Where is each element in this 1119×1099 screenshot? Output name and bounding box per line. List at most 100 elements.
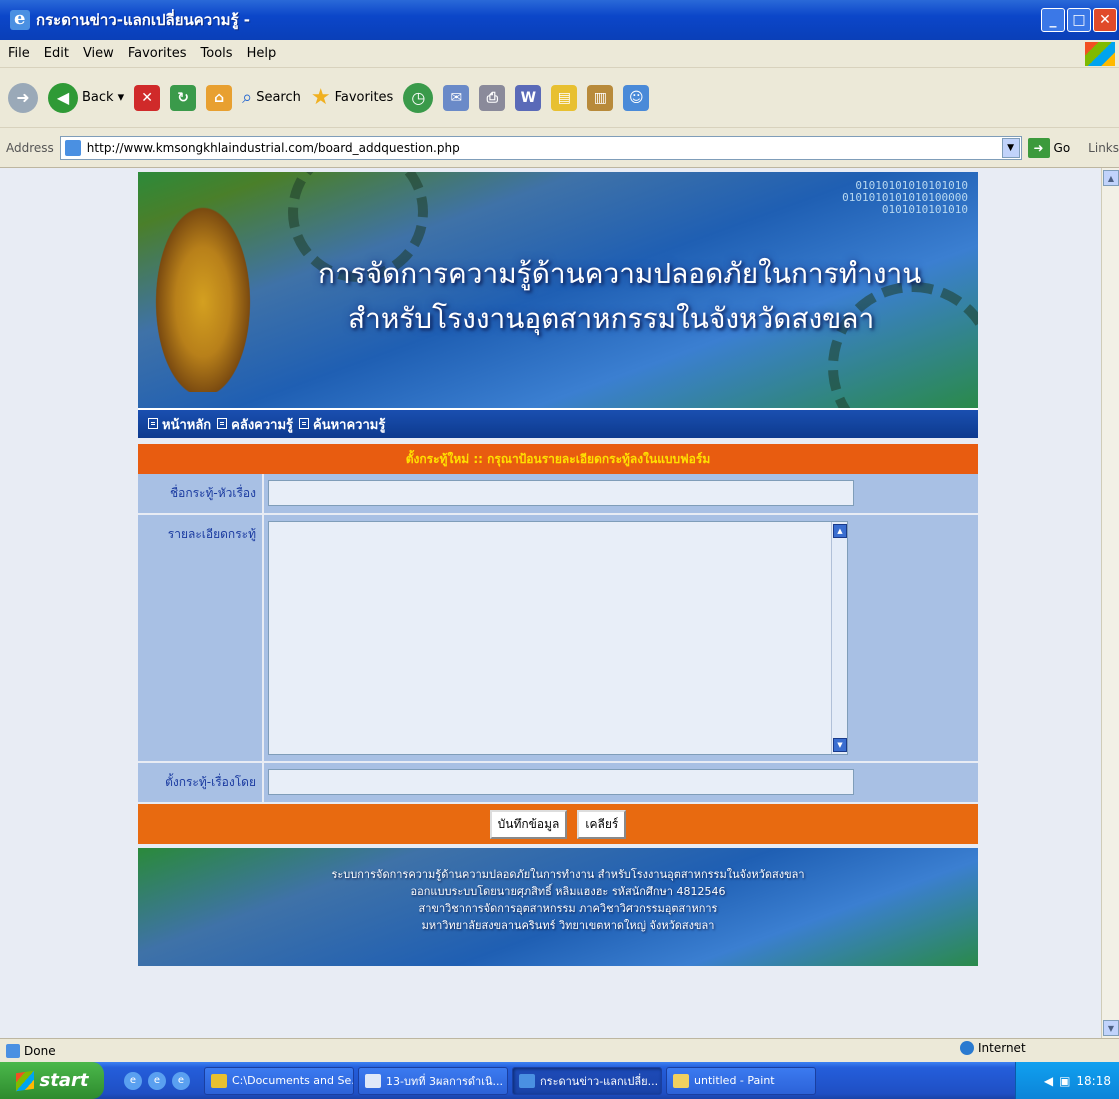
textarea-scrollbar[interactable]: ▲ ▼ [831,522,847,754]
maximize-button[interactable]: □ [1067,8,1091,32]
ie-quicklaunch-icon[interactable]: e [148,1071,166,1090]
back-button[interactable]: ◀ Back ▾ [48,82,124,113]
search-icon: ⌕ [242,87,253,108]
task-explorer[interactable]: C:\Documents and Se... [204,1066,354,1095]
footer-text: ระบบการจัดการความรู้ด้านความปลอดภัยในการ… [288,866,848,934]
links-button[interactable]: Links [1088,141,1119,155]
menu-view[interactable]: View [83,46,114,61]
page-done-icon [6,1043,20,1058]
close-button[interactable]: ✕ [1093,8,1117,32]
go-label: Go [1053,140,1071,155]
address-label: Address [6,140,54,155]
star-icon: ★ [310,85,331,110]
home-icon[interactable]: ⌂ [206,84,233,111]
back-label: Back [82,90,114,105]
title-bar[interactable]: กระดานข่าว-แลกเปลี่ยนความรู้ - _ □ ✕ [0,0,1119,40]
scroll-down-icon[interactable]: ▼ [1103,1020,1119,1036]
paint-icon [673,1073,689,1088]
search-button[interactable]: ⌕ Search [242,87,301,108]
quick-launch: e e e [124,1071,190,1090]
footer-line: ออกแบบระบบโดยนายศุภสิทธิ์ หลิมแฮงฮะ รหัส… [410,885,726,898]
page-icon [64,139,81,156]
stop-icon[interactable]: ✕ [134,84,161,111]
binary-decoration: 01010101010101010 0101010101010100000 01… [842,180,968,216]
footer-line: สาขาวิชาการจัดการอุตสาหกรรม ภาควิชาวิศวก… [418,902,718,915]
forward-disabled-icon[interactable]: ➜ [8,82,38,113]
clock: 18:18 [1076,1073,1111,1088]
status-text: Done [24,1043,56,1058]
taskbar: start e e e C:\Documents and Se... 13-บท… [0,1062,1119,1099]
minimize-button[interactable]: _ [1041,8,1065,32]
banner-title-line1: การจัดการความรู้ด้านความปลอดภัยในการทำงา… [318,257,922,290]
clear-button[interactable]: เคลียร์ [577,809,627,839]
nav-search-knowledge[interactable]: ค้นหาความรู้ [299,414,385,435]
history-icon[interactable]: ◷ [403,82,434,113]
menu-edit[interactable]: Edit [44,46,69,61]
nav-home[interactable]: หน้าหลัก [148,414,211,435]
address-input[interactable]: http://www.kmsongkhlaindustrial.com/boar… [59,135,1022,160]
nav-knowledge-base[interactable]: คลังความรู้ [217,414,293,435]
status-bar: Done Internet [0,1038,1119,1062]
task-paint[interactable]: untitled - Paint [666,1066,816,1095]
start-label: start [39,1070,89,1091]
task-word[interactable]: 13-บทที่ 3ผลการดำเนิ... [358,1066,508,1095]
detail-textarea[interactable]: ▲ ▼ [268,521,848,755]
scroll-up-icon[interactable]: ▲ [833,524,847,538]
footer-line: มหาวิทยาลัยสงขลานครินทร์ วิทยาเขตหาดใหญ่… [421,919,715,932]
favorites-label: Favorites [334,90,394,105]
scroll-down-icon[interactable]: ▼ [833,738,847,752]
menu-file[interactable]: File [8,46,30,61]
windows-logo-icon [1085,42,1115,66]
doc-icon [148,417,158,429]
ie-quicklaunch-icon[interactable]: e [172,1071,190,1090]
discuss-icon[interactable]: ▤ [551,84,578,111]
network-icon[interactable]: ▣ [1059,1074,1070,1088]
form-header: ตั้งกระทู้ใหม่ :: กรุณาป้อนรายละเอียดกระ… [138,444,978,474]
ie-icon [519,1073,535,1088]
scroll-up-icon[interactable]: ▲ [1103,170,1119,186]
globe-icon [960,1041,974,1055]
title-input[interactable] [268,480,854,506]
menu-bar: File Edit View Favorites Tools Help [0,40,1119,68]
toolbar: ➜ ◀ Back ▾ ✕ ↻ ⌂ ⌕ Search ★ Favorites ◷ … [0,68,1119,128]
edit-word-icon[interactable]: W [515,84,542,111]
ie-quicklaunch-icon[interactable]: e [124,1071,142,1090]
print-icon[interactable]: ⎙ [479,84,506,111]
menu-tools[interactable]: Tools [201,46,233,61]
favorites-button[interactable]: ★ Favorites [311,85,393,110]
form-row-author: ตั้งกระทู้-เรื่องโดย [138,763,978,804]
save-button[interactable]: บันทึกข้อมูล [489,809,568,839]
ie-icon [10,8,30,30]
tray-arrow-icon[interactable]: ◀ [1044,1074,1053,1088]
search-label: Search [256,90,301,105]
mail-icon[interactable]: ✉ [443,84,470,111]
page-content: 01010101010101010 0101010101010100000 01… [0,168,1119,1038]
window-title: กระดานข่าว-แลกเปลี่ยนความรู้ - [36,11,251,29]
research-icon[interactable]: ▥ [587,84,614,111]
chevron-down-icon[interactable]: ▼ [1001,137,1020,158]
refresh-icon[interactable]: ↻ [170,84,197,111]
task-ie[interactable]: กระดานข่าว-แลกเปลี่ย... [512,1066,662,1095]
folder-icon [211,1073,227,1088]
form-row-detail: รายละเอียดกระทู้ ▲ ▼ [138,515,978,763]
detail-label: รายละเอียดกระทู้ [138,515,264,761]
menu-help[interactable]: Help [247,46,277,61]
address-bar: Address http://www.kmsongkhlaindustrial.… [0,128,1119,168]
site-nav: หน้าหลัก คลังความรู้ ค้นหาความรู้ [138,408,978,438]
footer-line: ระบบการจัดการความรู้ด้านความปลอดภัยในการ… [331,868,805,881]
title-label: ชื่อกระทู้-หัวเรื่อง [138,474,264,513]
author-label: ตั้งกระทู้-เรื่องโดย [138,763,264,802]
site-footer: ระบบการจัดการความรู้ด้านความปลอดภัยในการ… [138,848,978,966]
menu-favorites[interactable]: Favorites [128,46,187,61]
system-tray: ◀ ▣ 18:18 [1015,1062,1119,1099]
zone-label: Internet [978,1041,1026,1055]
start-button[interactable]: start [0,1062,104,1099]
form-row-title: ชื่อกระทู้-หัวเรื่อง [138,474,978,515]
author-input[interactable] [268,769,854,795]
go-button[interactable]: ➜ Go [1027,137,1071,158]
doc-icon [299,417,310,429]
messenger-icon[interactable]: ☺ [623,84,650,111]
page-scrollbar[interactable]: ▲ ▼ [1101,168,1119,1038]
back-arrow-icon: ◀ [48,82,78,113]
go-arrow-icon: ➜ [1027,137,1050,158]
